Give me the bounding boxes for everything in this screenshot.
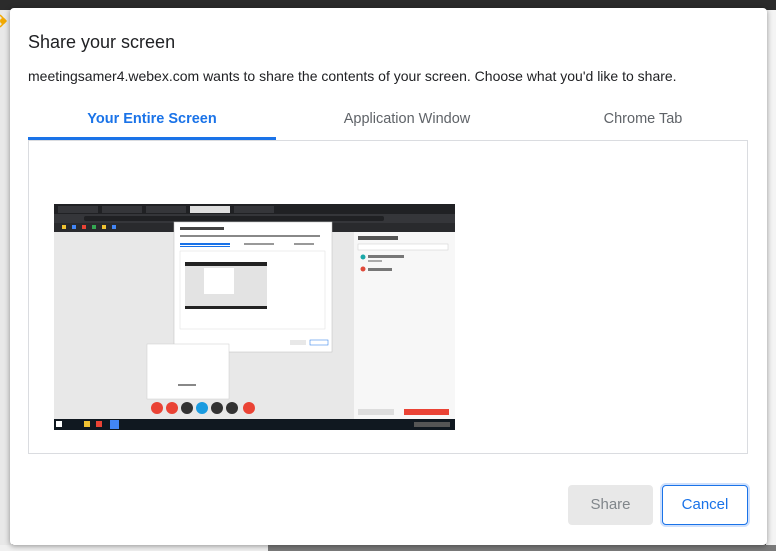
share-source-tabs: Your Entire Screen Application Window Ch… (28, 108, 748, 140)
tab-entire-screen[interactable]: Your Entire Screen (28, 108, 276, 140)
screen-preview-thumbnail[interactable] (54, 204, 455, 430)
background-right-edge (766, 10, 776, 551)
cancel-button[interactable]: Cancel (662, 485, 748, 525)
background-bottom-bar (268, 545, 776, 551)
share-button[interactable]: Share (568, 485, 653, 525)
sun-icon (0, 14, 8, 28)
screen-list-panel (28, 140, 748, 454)
dialog-title: Share your screen (28, 32, 176, 52)
share-screen-dialog: Share your screen meetingsamer4.webex.co… (10, 8, 767, 545)
screen-preview-image (54, 204, 455, 430)
tab-application-window[interactable]: Application Window (283, 108, 531, 140)
dialog-description: meetingsamer4.webex.com wants to share t… (28, 68, 677, 84)
tab-chrome-tab[interactable]: Chrome Tab (518, 108, 768, 140)
